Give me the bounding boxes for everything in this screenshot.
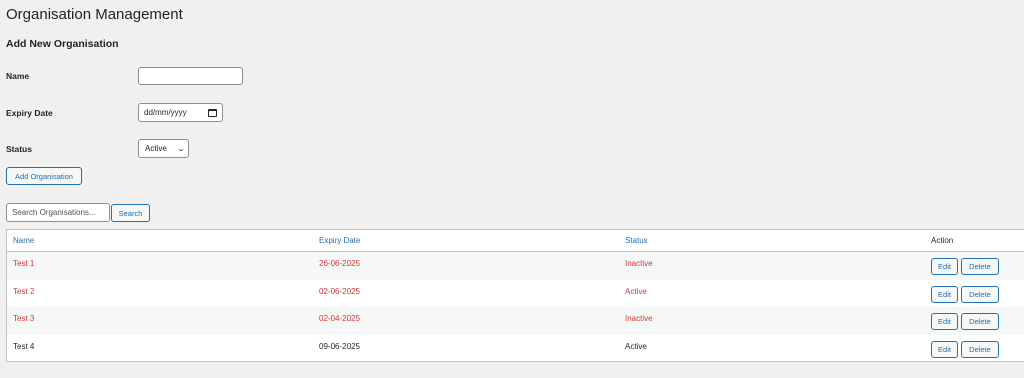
name-label: Name — [6, 71, 30, 81]
column-header-action: Action — [931, 236, 954, 245]
search-input[interactable]: Search Organisations... — [6, 203, 110, 222]
row-expiry-date: 02-04-2025 — [319, 314, 360, 323]
row-status: Inactive — [625, 259, 653, 268]
page-title: Organisation Management — [6, 6, 183, 23]
organisations-table: Name Expiry Date Status Action Test 1 26… — [6, 229, 1024, 362]
edit-button[interactable]: Edit — [931, 340, 958, 358]
status-select-value: Active — [145, 144, 167, 153]
search-button[interactable]: Search — [111, 204, 150, 222]
row-expiry-date: 09-06-2025 — [319, 341, 360, 351]
table-row: Test 1 26-06-2025 Inactive Edit Delete — [7, 252, 1024, 280]
column-header-status[interactable]: Status — [625, 236, 648, 245]
table-row: Test 2 02-06-2025 Active Edit Delete — [7, 280, 1024, 308]
row-expiry-date: 02-06-2025 — [319, 286, 360, 296]
add-organisation-button[interactable]: Add Organisation — [6, 167, 82, 185]
row-status: Active — [625, 286, 647, 296]
status-select[interactable]: Active ⌄ — [138, 139, 189, 158]
table-header: Name Expiry Date Status Action — [7, 230, 1024, 252]
delete-button[interactable]: Delete — [961, 258, 999, 275]
row-name: Test 2 — [13, 286, 35, 296]
row-name: Test 4 — [13, 341, 35, 351]
chevron-down-icon: ⌄ — [176, 145, 186, 153]
expiry-date-label: Expiry Date — [6, 108, 53, 118]
delete-button[interactable]: Delete — [961, 313, 999, 330]
table-row: Test 4 09-06-2025 Active Edit Delete — [7, 335, 1024, 363]
row-status: Active — [625, 341, 647, 351]
delete-button[interactable]: Delete — [961, 285, 999, 303]
edit-button[interactable]: Edit — [931, 285, 958, 303]
row-name: Test 1 — [13, 259, 35, 268]
column-header-expiry-date[interactable]: Expiry Date — [319, 236, 360, 245]
calendar-icon[interactable] — [208, 108, 217, 117]
expiry-date-placeholder: dd/mm/yyyy — [144, 108, 187, 117]
column-header-name[interactable]: Name — [13, 236, 34, 245]
edit-button[interactable]: Edit — [931, 258, 958, 275]
row-expiry-date: 26-06-2025 — [319, 259, 360, 268]
add-organisation-heading: Add New Organisation — [6, 38, 119, 50]
status-label: Status — [6, 144, 32, 154]
row-name: Test 3 — [13, 314, 35, 323]
table-row: Test 3 02-04-2025 Inactive Edit Delete — [7, 307, 1024, 335]
name-input[interactable] — [138, 67, 243, 85]
delete-button[interactable]: Delete — [961, 340, 999, 358]
expiry-date-input[interactable]: dd/mm/yyyy — [138, 103, 223, 122]
row-status: Inactive — [625, 314, 653, 323]
edit-button[interactable]: Edit — [931, 313, 958, 330]
